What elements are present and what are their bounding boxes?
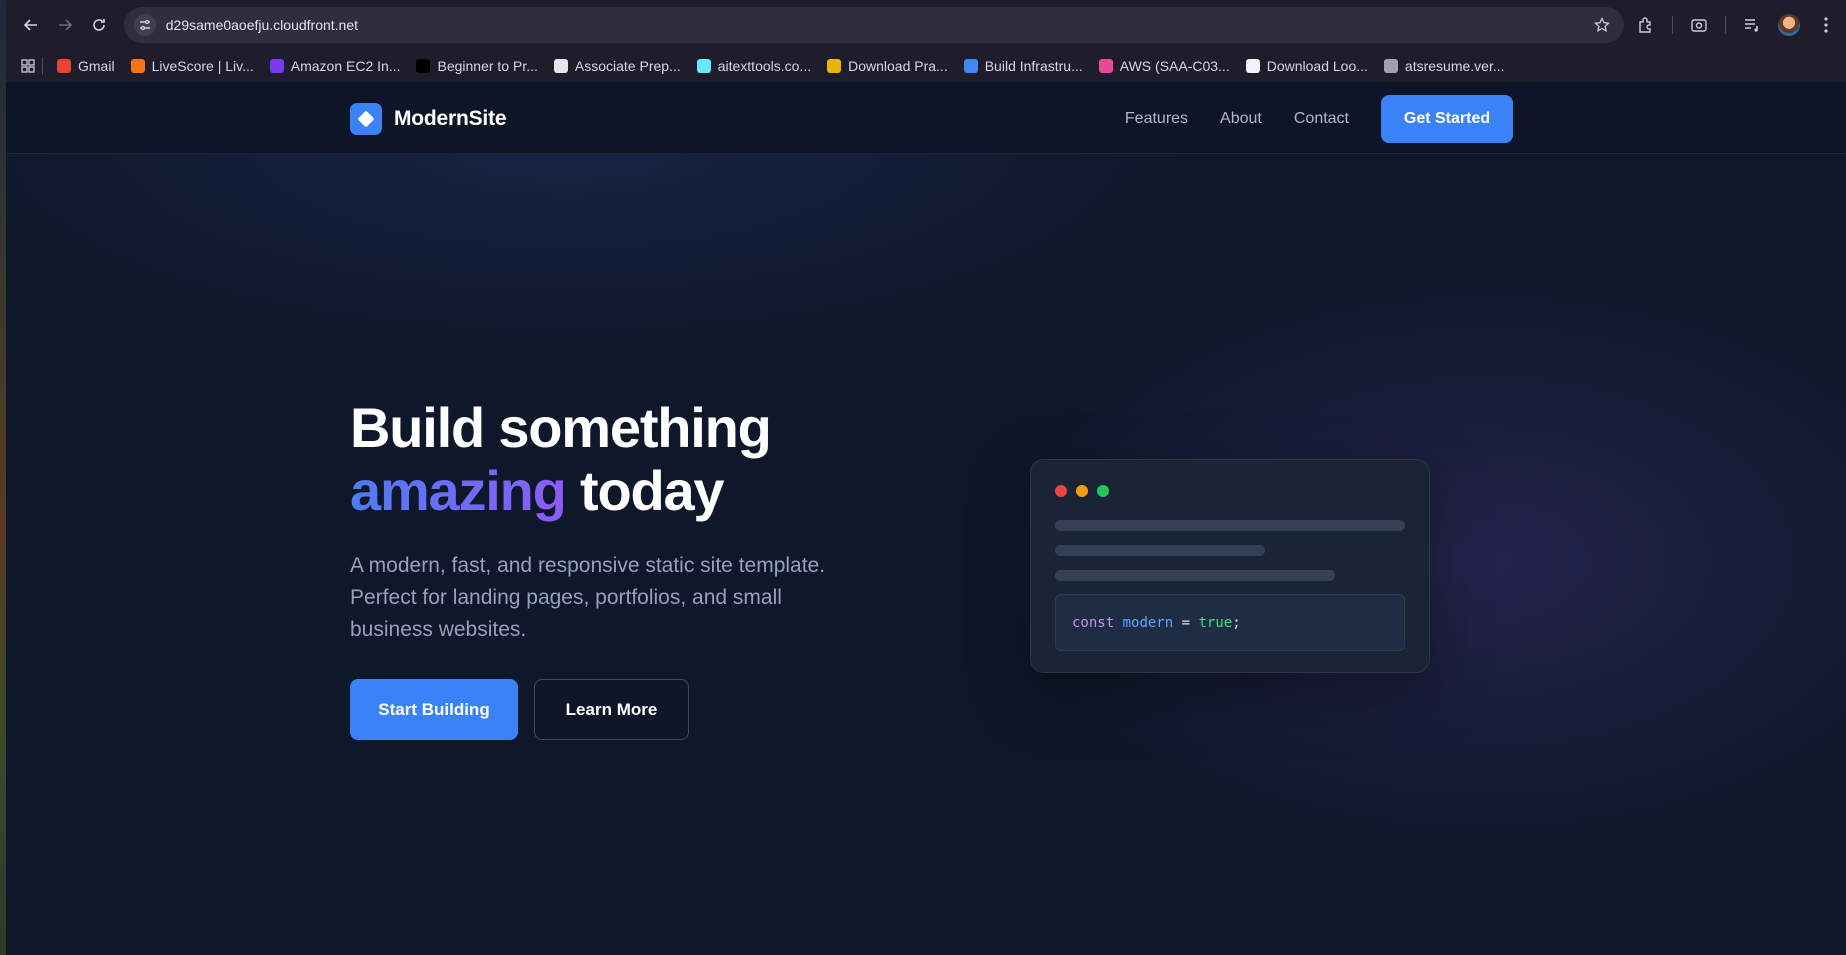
nav-link-about[interactable]: About <box>1220 110 1262 128</box>
placeholder-line <box>1055 545 1265 556</box>
screenshot-button[interactable] <box>1687 13 1711 37</box>
bookmark-label: AWS (SAA-C03... <box>1119 58 1230 74</box>
hero-actions: Start Building Learn More <box>350 679 910 740</box>
browser-actions <box>1634 13 1838 37</box>
address-bar[interactable]: d29same0aoefju.cloudfront.net <box>123 7 1625 43</box>
bookmark-item[interactable]: Associate Prep... <box>553 58 681 74</box>
bookmark-item[interactable]: Gmail <box>57 58 115 74</box>
window-dots <box>1055 485 1109 497</box>
bookmark-item[interactable]: Download Pra... <box>827 58 948 74</box>
extensions-button[interactable] <box>1634 13 1658 37</box>
camera-icon <box>1691 19 1707 32</box>
bookmark-item[interactable]: Beginner to Pr... <box>416 58 538 74</box>
arrow-left-icon <box>23 19 37 31</box>
hero-subtitle: A modern, fast, and responsive static si… <box>350 554 826 641</box>
bookmark-label: LiveScore | Liv... <box>151 58 254 74</box>
apps-button[interactable] <box>16 54 40 78</box>
hero-section: Build something amazing today A modern, … <box>350 396 910 740</box>
bookmark-favicon-icon <box>416 59 431 73</box>
placeholder-line <box>1055 570 1335 581</box>
forward-button[interactable] <box>48 8 82 42</box>
bookmark-star-button[interactable] <box>1590 13 1614 37</box>
media-controls-button[interactable] <box>1740 13 1764 37</box>
bookmark-label: Download Pra... <box>848 58 948 74</box>
site-header: ModernSite Features About Contact Get St… <box>6 82 1846 154</box>
bookmark-item[interactable]: Amazon EC2 In... <box>269 58 401 74</box>
code-value: true <box>1198 614 1233 631</box>
brand-logo[interactable]: ModernSite <box>350 103 507 135</box>
yellow-dot-icon <box>1076 485 1088 497</box>
bookmark-favicon-icon <box>1098 59 1113 73</box>
get-started-button[interactable]: Get Started <box>1381 95 1513 143</box>
code-variable: modern <box>1122 614 1174 631</box>
puzzle-icon <box>1639 17 1651 33</box>
start-building-button[interactable]: Start Building <box>350 679 518 740</box>
bookmark-label: Beginner to Pr... <box>437 58 538 74</box>
apps-grid-icon <box>21 59 35 73</box>
bookmark-item[interactable]: Build Infrastru... <box>963 58 1083 74</box>
reload-icon <box>93 19 105 31</box>
webpage: ModernSite Features About Contact Get St… <box>6 82 1846 955</box>
red-dot-icon <box>1055 485 1067 497</box>
bookmark-list: Gmail LiveScore | Liv... Amazon EC2 In... B… <box>57 58 1521 74</box>
bookmark-item[interactable]: LiveScore | Liv... <box>130 58 254 74</box>
code-keyword: const <box>1072 614 1115 631</box>
bookmark-item[interactable]: Download Loo... <box>1245 58 1368 74</box>
hero-title-rest: today <box>580 459 725 522</box>
bookmark-label: Download Loo... <box>1266 58 1368 74</box>
more-vertical-icon <box>1824 17 1828 33</box>
site-info-button[interactable] <box>133 14 156 36</box>
bookmark-label: Build Infrastru... <box>984 58 1083 74</box>
bookmark-label: aitexttools.co... <box>717 58 812 74</box>
bookmark-item[interactable]: aitexttools.co... <box>696 58 812 74</box>
arrow-right-icon <box>58 19 73 31</box>
bookmark-item[interactable]: atsresume.ver... <box>1383 58 1505 74</box>
bookmark-label: Gmail <box>78 58 115 74</box>
reload-button[interactable] <box>82 8 116 42</box>
tune-icon <box>139 19 150 31</box>
bookmarks-separator <box>42 57 43 75</box>
bookmark-label: Amazon EC2 In... <box>290 58 401 74</box>
site-nav: Features About Contact Get Started <box>1125 95 1513 143</box>
bookmark-item[interactable]: AWS (SAA-C03... <box>1098 58 1230 74</box>
bookmark-favicon-icon <box>827 59 842 73</box>
bookmark-favicon-icon <box>130 59 145 73</box>
bookmark-favicon-icon <box>696 59 711 73</box>
playlist-icon <box>1745 19 1758 32</box>
bookmarks-bar: Gmail LiveScore | Liv... Amazon EC2 In... B… <box>6 50 1846 82</box>
brand-name: ModernSite <box>394 107 507 130</box>
browser-toolbar: d29same0aoefju.cloudfront.net <box>6 0 1846 50</box>
learn-more-button[interactable]: Learn More <box>534 679 689 740</box>
code-terminator: ; <box>1232 614 1241 631</box>
diamond-logo-icon <box>350 103 382 135</box>
hero-title-line1: Build something <box>350 396 772 459</box>
code-snippet: const modern = true; <box>1055 594 1405 651</box>
green-dot-icon <box>1097 485 1109 497</box>
bookmark-favicon-icon <box>553 59 568 73</box>
profile-avatar[interactable] <box>1778 14 1801 36</box>
nav-link-features[interactable]: Features <box>1125 110 1188 128</box>
bookmark-favicon-icon <box>57 59 71 73</box>
bookmark-favicon-icon <box>963 59 978 73</box>
url-text[interactable]: d29same0aoefju.cloudfront.net <box>166 17 1590 33</box>
code-preview-card: const modern = true; <box>1030 459 1430 673</box>
hero-title-highlight: amazing <box>350 459 567 522</box>
toolbar-separator <box>1725 16 1727 34</box>
code-operator: = <box>1181 614 1191 631</box>
hero-title: Build something amazing today <box>350 396 910 522</box>
bookmark-label: Associate Prep... <box>574 58 681 74</box>
bookmark-label: atsresume.ver... <box>1404 58 1505 74</box>
placeholder-line <box>1055 520 1405 531</box>
browser-chrome: d29same0aoefju.cloudfront.net Gmail Live… <box>6 0 1846 82</box>
bookmark-favicon-icon <box>1383 59 1398 73</box>
menu-button[interactable] <box>1814 13 1838 37</box>
star-icon <box>1594 17 1611 33</box>
bookmark-favicon-icon <box>1245 59 1260 73</box>
toolbar-separator <box>1672 16 1674 34</box>
back-button[interactable] <box>14 8 48 42</box>
nav-link-contact[interactable]: Contact <box>1294 110 1349 128</box>
bookmark-favicon-icon <box>269 59 284 73</box>
